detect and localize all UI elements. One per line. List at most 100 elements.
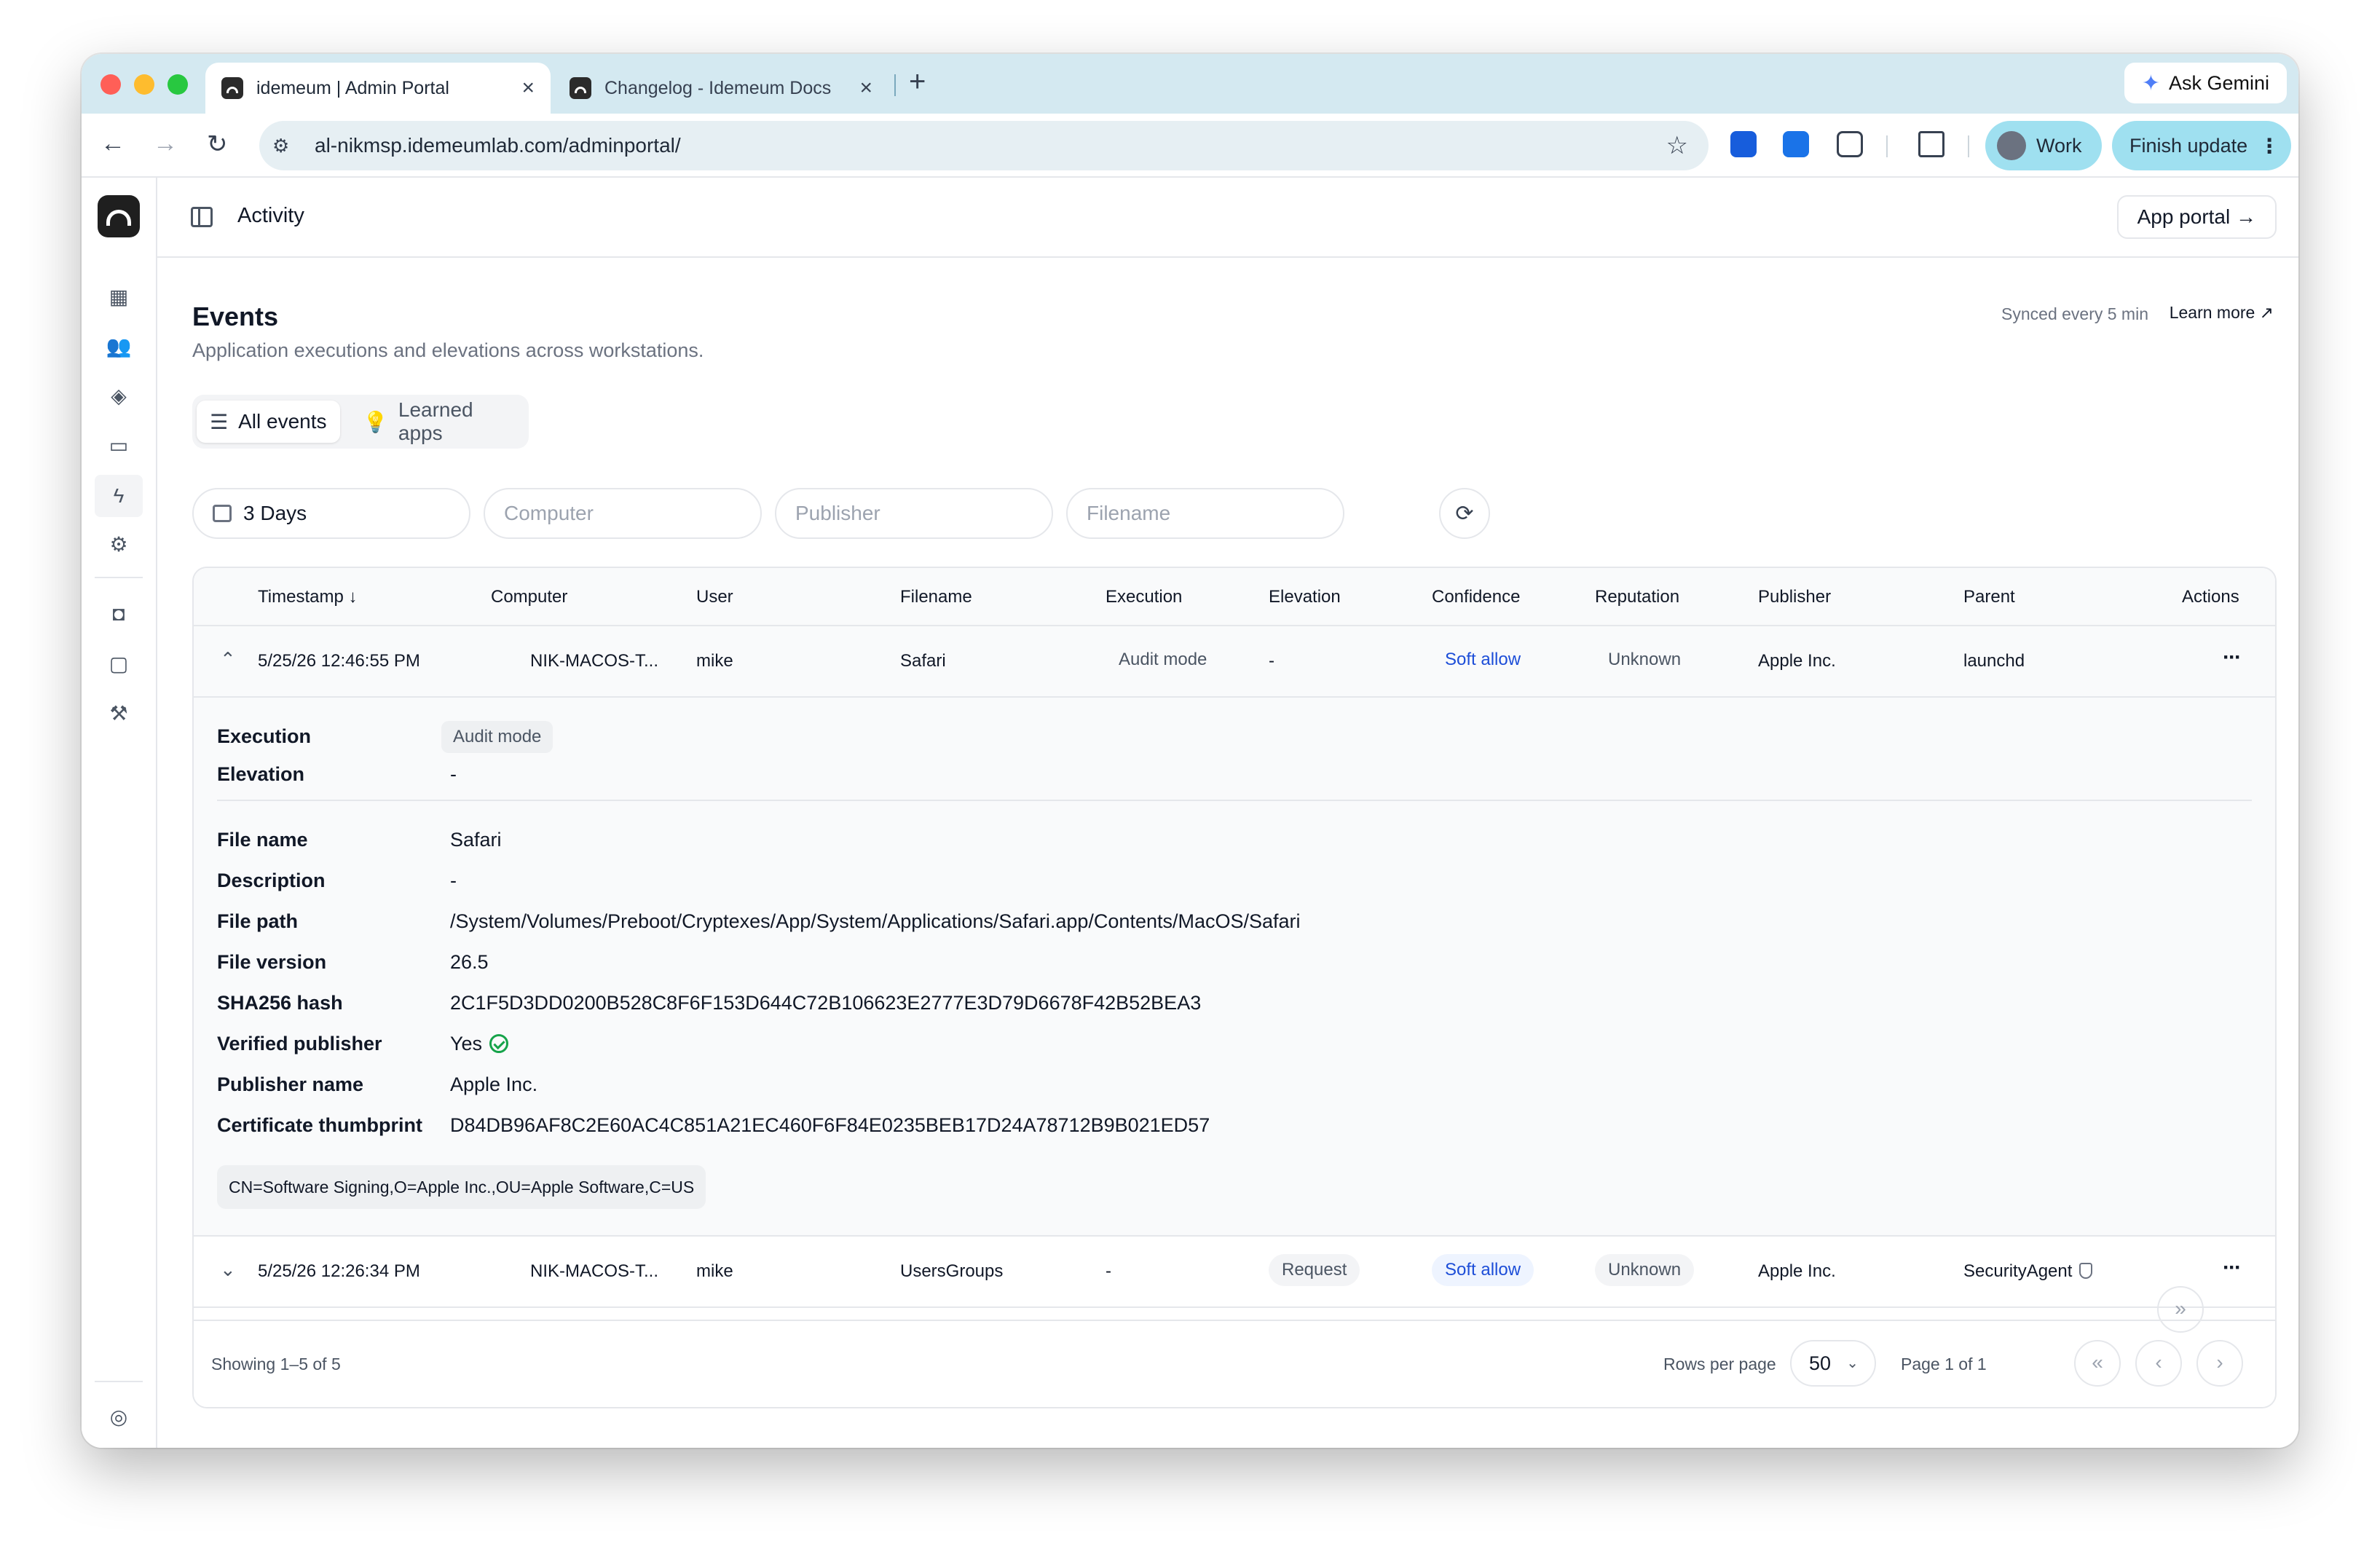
cell-user: mike xyxy=(696,651,733,671)
publisher-filter[interactable]: Publisher xyxy=(775,488,1053,539)
toggle-sidebar-icon[interactable] xyxy=(191,207,213,227)
last-page-icon[interactable]: » xyxy=(2157,1286,2204,1333)
calendar-icon xyxy=(213,505,232,522)
layers-icon[interactable]: ◈ xyxy=(103,380,134,411)
close-tab-icon[interactable]: × xyxy=(521,76,535,100)
gemini-sparkle-icon: ✦ xyxy=(2141,71,2160,95)
col-timestamp[interactable]: Timestamp ↓ xyxy=(258,587,357,607)
forward-arrow-icon[interactable]: → xyxy=(153,130,178,158)
activity-bolt-icon[interactable]: ϟ xyxy=(95,475,143,517)
certificate-subject: CN=Software Signing,O=Apple Inc.,OU=Appl… xyxy=(217,1165,706,1209)
profile-label: Work xyxy=(2036,134,2082,157)
row-actions-menu-icon[interactable]: ··· xyxy=(2223,1256,2242,1280)
users-icon[interactable]: 👥 xyxy=(103,331,134,361)
detail-label: Publisher name xyxy=(217,1073,364,1095)
tab-learned-apps[interactable]: 💡 Learned apps xyxy=(350,398,529,444)
computer-filter[interactable]: Computer xyxy=(484,488,762,539)
minimize-window-button[interactable] xyxy=(134,74,154,95)
ask-gemini-button[interactable]: ✦ Ask Gemini xyxy=(2124,63,2287,103)
tab-admin-portal[interactable]: idemeum | Admin Portal × xyxy=(205,63,551,114)
profile-button[interactable]: Work xyxy=(1985,121,2102,170)
idemeum-logo-icon[interactable] xyxy=(98,195,140,237)
idemeum-favicon-icon xyxy=(570,77,591,99)
table-row[interactable]: ⌃ 5/25/26 12:46:55 PM NIK-MACOS-T... mik… xyxy=(194,626,2275,698)
sidebar-rail: ▦ 👥 ◈ ▭ ϟ ⚙ ◘ ▢ ⚒ ◎ xyxy=(82,178,157,1448)
bot-icon[interactable]: ◘ xyxy=(103,599,134,629)
detail-value: - xyxy=(450,870,457,891)
new-tab-button[interactable]: + xyxy=(909,66,926,98)
address-bar[interactable]: ⚙ al-nikmsp.idemeumlab.com/adminportal/ … xyxy=(259,121,1709,170)
tab-title: Changelog - Idemeum Docs xyxy=(604,77,832,98)
first-page-icon[interactable]: « xyxy=(2074,1340,2121,1387)
url-text[interactable]: al-nikmsp.idemeumlab.com/adminportal/ xyxy=(315,134,681,157)
prev-page-icon[interactable]: ‹ xyxy=(2135,1340,2182,1387)
row-actions-menu-icon[interactable]: ··· xyxy=(2223,645,2242,670)
account-circle-icon[interactable]: ◎ xyxy=(103,1401,134,1432)
next-page-icon[interactable]: › xyxy=(2196,1340,2243,1387)
verified-publisher-value: Yes xyxy=(450,1033,509,1055)
detail-label: Elevation xyxy=(217,763,305,785)
browser-toolbar: ← → ↻ ⚙ al-nikmsp.idemeumlab.com/adminpo… xyxy=(82,114,2298,178)
col-parent: Parent xyxy=(1963,587,2015,607)
collapse-chevron-icon[interactable]: ⌃ xyxy=(220,648,236,671)
settings-gear-icon[interactable]: ⚙ xyxy=(103,529,134,559)
cell-elevation: - xyxy=(1269,651,1274,671)
detail-label: SHA256 hash xyxy=(217,992,343,1014)
col-computer: Computer xyxy=(491,587,568,607)
page-indicator: Page 1 of 1 xyxy=(1901,1355,1987,1373)
breadcrumb: Activity xyxy=(237,204,304,227)
download-extension-icon[interactable] xyxy=(1783,131,1809,157)
bookmark-star-icon[interactable]: ☆ xyxy=(1666,131,1688,160)
cell-user: mike xyxy=(696,1261,733,1281)
tab-separator xyxy=(894,74,896,96)
confidence-badge: Soft allow xyxy=(1445,650,1521,669)
tab-search-icon[interactable] xyxy=(1918,131,1944,157)
dashboard-icon[interactable]: ▦ xyxy=(103,281,134,312)
finish-update-button[interactable]: Finish update ⋮ xyxy=(2112,121,2291,170)
detail-label: File path xyxy=(217,910,299,932)
browser-window: idemeum | Admin Portal × Changelog - Ide… xyxy=(82,54,2298,1448)
filename-filter[interactable]: Filename xyxy=(1066,488,1344,539)
rail-divider xyxy=(95,1381,143,1382)
tools-hammer-icon[interactable]: ⚒ xyxy=(103,698,134,728)
app-portal-button[interactable]: App portal → xyxy=(2116,195,2277,239)
tab-title: idemeum | Admin Portal xyxy=(256,77,449,98)
table-row[interactable]: ⌄ 5/25/26 12:26:34 PM NIK-MACOS-T... mik… xyxy=(194,1237,2275,1308)
bitwarden-extension-icon[interactable] xyxy=(1730,131,1757,157)
detail-value: Safari xyxy=(450,829,502,851)
refresh-icon[interactable]: ⟳ xyxy=(1439,488,1490,539)
cell-timestamp: 5/25/26 12:26:34 PM xyxy=(258,1261,420,1281)
table-footer: Showing 1–5 of 5 Rows per page 50 ⌄ Page… xyxy=(194,1320,2275,1407)
view-toggle: ☰ All events 💡 Learned apps xyxy=(192,395,529,449)
extensions-puzzle-icon[interactable] xyxy=(1837,131,1863,157)
monitor-icon[interactable]: ▭ xyxy=(103,430,134,460)
parent-value: SecurityAgent xyxy=(1963,1261,2073,1281)
details-divider xyxy=(217,800,2252,801)
reputation-badge: Unknown xyxy=(1595,1254,1695,1286)
detail-value: Apple Inc. xyxy=(450,1073,538,1095)
tab-all-events[interactable]: ☰ All events xyxy=(197,401,340,443)
close-tab-icon[interactable]: × xyxy=(859,76,872,100)
kebab-menu-icon[interactable]: ⋮ xyxy=(2259,134,2279,158)
col-execution: Execution xyxy=(1106,587,1183,607)
cell-computer: NIK-MACOS-T... xyxy=(530,1261,659,1281)
detail-value: /System/Volumes/Preboot/Cryptexes/App/Sy… xyxy=(450,910,1301,932)
col-elevation: Elevation xyxy=(1269,587,1341,607)
chat-icon[interactable]: ▢ xyxy=(103,648,134,679)
apple-icon xyxy=(491,645,513,671)
execution-badge: Audit mode xyxy=(1119,650,1207,669)
rows-per-page-select[interactable]: 50 ⌄ xyxy=(1790,1340,1876,1387)
learn-more-link[interactable]: Learn more ↗ xyxy=(2170,303,2274,323)
cell-parent: launchd xyxy=(1963,651,2025,671)
events-page: Events Application executions and elevat… xyxy=(192,258,2277,1448)
cell-parent: SecurityAgent xyxy=(1963,1261,2093,1282)
reload-icon[interactable]: ↻ xyxy=(207,130,228,159)
back-arrow-icon[interactable]: ← xyxy=(101,130,125,158)
expand-chevron-icon[interactable]: ⌄ xyxy=(220,1258,236,1281)
site-settings-icon[interactable]: ⚙ xyxy=(272,135,299,157)
table-header: Timestamp ↓ Computer User Filename Execu… xyxy=(194,568,2275,626)
date-range-filter[interactable]: 3 Days xyxy=(192,488,470,539)
maximize-window-button[interactable] xyxy=(168,74,188,95)
close-window-button[interactable] xyxy=(101,74,121,95)
tab-changelog[interactable]: Changelog - Idemeum Docs × xyxy=(553,63,888,114)
